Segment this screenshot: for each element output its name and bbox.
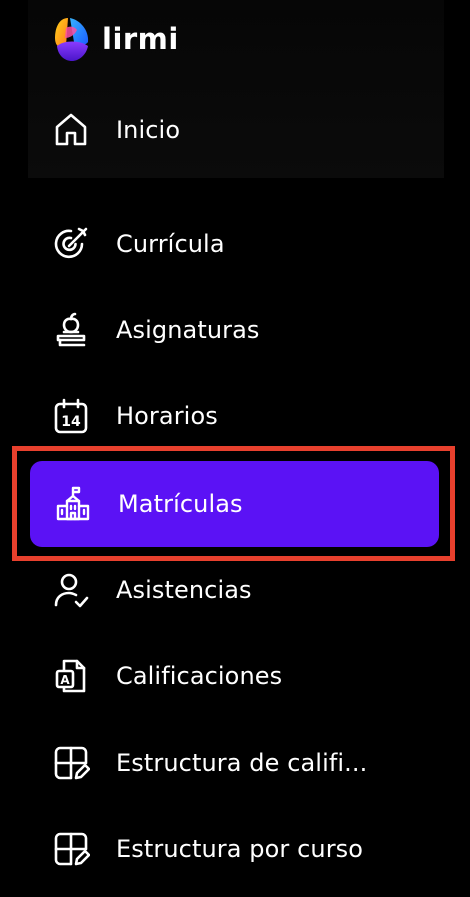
selection-highlight-box <box>12 446 455 561</box>
sidebar-item-label: Inicio <box>116 116 181 144</box>
grid-edit-icon <box>52 830 90 868</box>
target-edit-icon <box>52 225 90 263</box>
sidebar: lirmi Inicio Currícula Asignaturas 14 Ho… <box>0 0 470 897</box>
grid-edit-icon <box>52 744 90 782</box>
sidebar-item-label: Currícula <box>116 230 225 258</box>
sidebar-item-calificaciones[interactable]: A Calificaciones <box>28 634 440 718</box>
sidebar-item-label: Estructura de califi... <box>116 749 368 777</box>
sidebar-item-label: Asistencias <box>116 576 252 604</box>
grade-document-icon: A <box>52 657 90 695</box>
sidebar-item-label: Horarios <box>116 402 218 430</box>
sidebar-item-label: Asignaturas <box>116 316 260 344</box>
sidebar-item-curricula[interactable]: Currícula <box>28 202 440 286</box>
app-name: lirmi <box>102 22 179 56</box>
sidebar-item-asignaturas[interactable]: Asignaturas <box>28 288 440 372</box>
lirmi-logo-icon <box>55 18 89 61</box>
sidebar-item-estructura-por-curso[interactable]: Estructura por curso <box>28 807 440 891</box>
user-check-icon <box>52 571 90 609</box>
svg-text:A: A <box>60 673 70 687</box>
calendar-14-icon: 14 <box>52 397 90 435</box>
svg-text:14: 14 <box>61 414 81 430</box>
sidebar-item-label: Calificaciones <box>116 662 283 690</box>
sidebar-item-inicio[interactable]: Inicio <box>28 88 440 172</box>
sidebar-item-estructura-calificaciones[interactable]: Estructura de califi... <box>28 721 440 805</box>
home-icon <box>52 111 90 149</box>
sidebar-item-label: Estructura por curso <box>116 835 364 863</box>
apple-books-icon <box>52 311 90 349</box>
app-logo[interactable]: lirmi <box>52 16 179 62</box>
